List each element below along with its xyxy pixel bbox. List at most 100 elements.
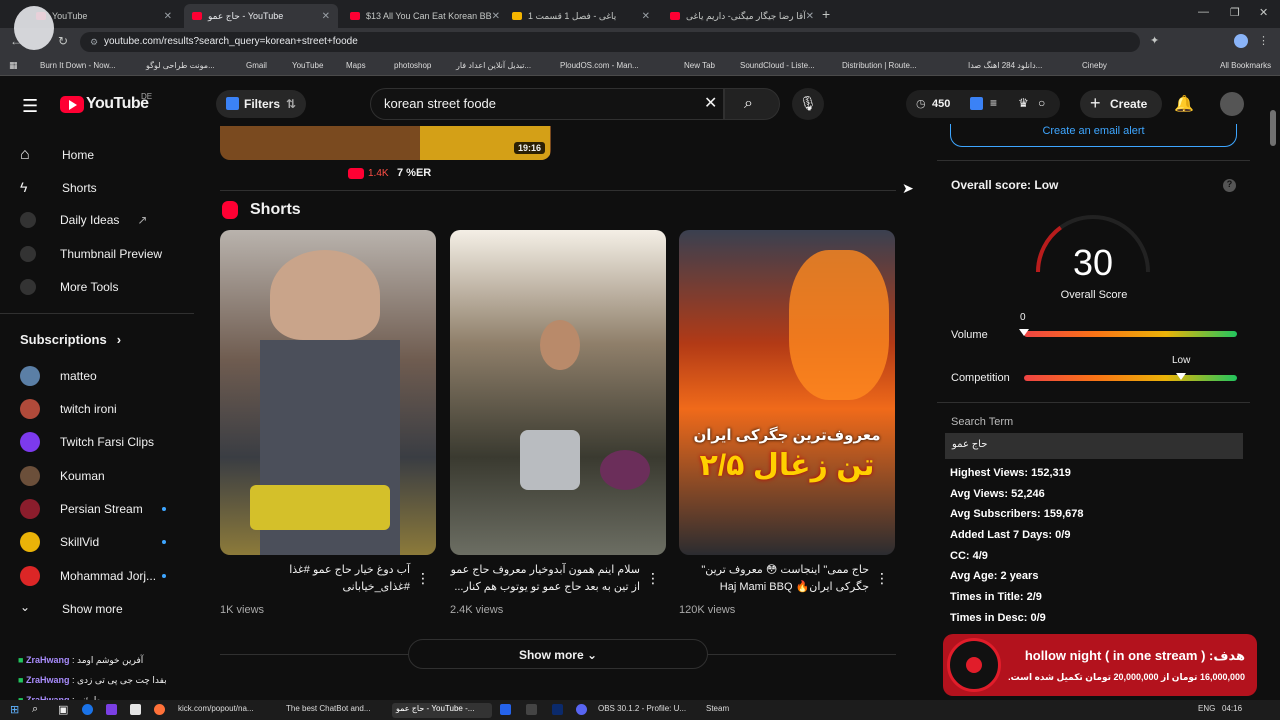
subscription-item[interactable]: Kouman (20, 466, 105, 486)
stat-avg-views: Avg Views: 52,246 (950, 488, 1045, 500)
bookmark[interactable]: All Bookmarks (1220, 61, 1271, 70)
bookmark[interactable]: Burn It Down - Now... (40, 61, 116, 70)
app-icon[interactable] (106, 704, 117, 715)
start-icon[interactable]: ⊞ (10, 703, 19, 716)
bookmark[interactable]: Distribution | Route... (842, 61, 917, 70)
firefox-icon[interactable] (154, 704, 165, 715)
short-title[interactable]: آب دوغ خیار حاج عمو #غذا #غذای_خیابانی (220, 562, 410, 596)
hamburger-menu-icon[interactable]: ☰ (22, 96, 38, 117)
counter: 450 (932, 98, 951, 110)
list-icon[interactable]: ≡ (990, 96, 997, 110)
create-button[interactable]: + Create (1080, 90, 1162, 118)
subscription-item[interactable]: twitch ironi (20, 399, 117, 419)
close-tab-icon[interactable]: ✕ (164, 11, 172, 22)
search-button[interactable]: ⌕ (724, 88, 780, 120)
short-title[interactable]: حاج ممی" اینجاست 😳 معروف ترین" جگرکی ایر… (679, 562, 869, 596)
sidebar-item-daily-ideas[interactable]: Daily Ideas ↗ (20, 212, 147, 228)
maximize-icon[interactable]: ❐ (1230, 6, 1240, 19)
apps-icon[interactable]: ▦ (9, 60, 18, 71)
menu-dots-icon[interactable]: ⋮ (1258, 34, 1269, 47)
notifications-icon[interactable]: 🔔 (1174, 94, 1194, 114)
voice-search-button[interactable]: 🎙 (792, 88, 824, 120)
more-options-icon[interactable]: ⋮ (875, 570, 889, 587)
bookmark[interactable]: PloudOS.com - Man... (560, 61, 639, 70)
browser-tab-active[interactable]: حاج عمو - YouTube ✕ (184, 4, 338, 28)
youtube-logo-text[interactable]: YouTube (86, 95, 149, 113)
page-scrollbar[interactable] (1270, 110, 1276, 146)
bookmark[interactable]: Maps (346, 61, 366, 70)
overall-score-value: 30 (1072, 242, 1114, 283)
minimize-icon[interactable]: — (1198, 6, 1209, 18)
language-indicator[interactable]: ENG (1198, 704, 1215, 713)
taskbar-item[interactable]: Steam (706, 704, 729, 713)
browser-tab[interactable]: $13 All You Can Eat Korean BB ✕ (342, 4, 500, 28)
sidebar-item-thumbnail-preview[interactable]: Thumbnail Preview (20, 246, 162, 262)
bookmark[interactable]: Cineby (1082, 61, 1107, 70)
trophy-icon[interactable]: ♛ (1018, 96, 1029, 110)
account-avatar[interactable] (1220, 92, 1244, 116)
short-thumbnail-3[interactable]: معروف‌ترین جگرکی ایران ۲/۵ تن زغال (679, 230, 895, 555)
help-icon[interactable]: ? (1223, 179, 1236, 192)
subscription-item[interactable]: matteo (20, 366, 97, 386)
reload-icon[interactable]: ↻ (58, 34, 68, 48)
subscriptions-heading[interactable]: Subscriptions › (20, 332, 121, 347)
app-icon[interactable] (500, 704, 511, 715)
stream-chat-overlay: ■ ZraHwang : آفرین خوشم اومد ■ ZraHwang … (18, 650, 218, 705)
subscription-item[interactable]: Mohammad Jorj... (20, 566, 156, 586)
bookmark[interactable]: SoundCloud - Liste... (740, 61, 815, 70)
new-tab-icon[interactable]: + (822, 6, 830, 22)
search-term-field[interactable]: حاج عمو (945, 433, 1243, 459)
sidebar-item-more-tools[interactable]: More Tools (20, 279, 118, 295)
video-thumbnail[interactable]: 19:16 (220, 126, 551, 160)
bookmark[interactable]: New Tab (684, 61, 715, 70)
discord-icon[interactable] (576, 704, 587, 715)
close-tab-icon[interactable]: ✕ (322, 11, 330, 22)
subscription-item[interactable]: SkillVid (20, 532, 99, 552)
close-tab-icon[interactable]: ✕ (492, 11, 500, 22)
search-icon[interactable]: ⌕ (32, 703, 38, 716)
sidebar-item-home[interactable]: ⌂ Home (20, 146, 94, 164)
task-view-icon[interactable]: ▣ (58, 703, 68, 716)
close-tab-icon[interactable]: ✕ (642, 11, 650, 22)
bookmark[interactable]: Gmail (246, 61, 267, 70)
taskbar-item[interactable]: OBS 30.1.2 - Profile: U... (598, 704, 686, 713)
vidiq-icon[interactable] (970, 97, 983, 110)
close-tab-icon[interactable]: ✕ (806, 11, 814, 22)
app-icon[interactable] (526, 704, 537, 715)
short-title[interactable]: سلام اینم همون آبدوخیار معروف حاج عمو از… (450, 562, 640, 596)
filters-button[interactable]: Filters ⇅ (216, 90, 306, 118)
chrome-icon[interactable] (82, 704, 93, 715)
sidebar-item-shorts[interactable]: ϟ Shorts (20, 179, 97, 197)
extensions-icon[interactable]: ✦ (1150, 34, 1159, 47)
show-more-subscriptions[interactable]: ⌄ Show more (20, 600, 123, 618)
clear-search-icon[interactable]: ✕ (704, 93, 717, 113)
show-more-shorts-button[interactable]: Show more ⌄ (408, 639, 708, 669)
bookmark[interactable]: دانلود 284 اهنگ صدا... (968, 61, 1042, 70)
url-field[interactable]: youtube.com/results?search_query=korean+… (80, 32, 1140, 52)
browser-tab[interactable]: آقا رضا جیگار میگنی- داریم یاغی ✕ (662, 4, 816, 28)
taskbar-item-active[interactable]: حاج عمو - YouTube -... (392, 703, 492, 718)
bookmark[interactable]: تبدیل آنلاین اعداد فار... (456, 61, 531, 70)
youtube-logo-icon[interactable] (60, 96, 84, 113)
taskbar-item[interactable]: kick.com/popout/na... (178, 704, 254, 713)
browser-tab[interactable]: یاغی - فصل 1 قسمت 1 ✕ (504, 4, 658, 28)
email-alert-button[interactable]: Create an email alert (950, 124, 1237, 147)
app-icon[interactable] (130, 704, 141, 715)
taskbar-item[interactable]: The best ChatBot and... (286, 704, 371, 713)
subscription-item[interactable]: Twitch Farsi Clips (20, 432, 154, 452)
bookmark[interactable]: YouTube (292, 61, 323, 70)
short-thumbnail-2[interactable] (450, 230, 666, 555)
tune-icon: ⇅ (286, 97, 297, 111)
site-info-icon[interactable]: ⚙ (90, 37, 98, 48)
more-options-icon[interactable]: ⋮ (646, 570, 660, 587)
short-thumbnail-1[interactable] (220, 230, 436, 555)
more-options-icon[interactable]: ⋮ (416, 570, 430, 587)
bookmark[interactable]: photoshop (394, 61, 431, 70)
close-window-icon[interactable]: ✕ (1259, 6, 1268, 19)
profile-icon[interactable] (1234, 34, 1248, 48)
subscription-item[interactable]: Persian Stream (20, 499, 143, 519)
bookmark[interactable]: مونت طراحی لوگو... (146, 61, 215, 70)
search-input[interactable]: korean street foode (370, 88, 724, 120)
photoshop-icon[interactable] (552, 704, 563, 715)
chat-icon[interactable]: ○ (1038, 96, 1045, 110)
